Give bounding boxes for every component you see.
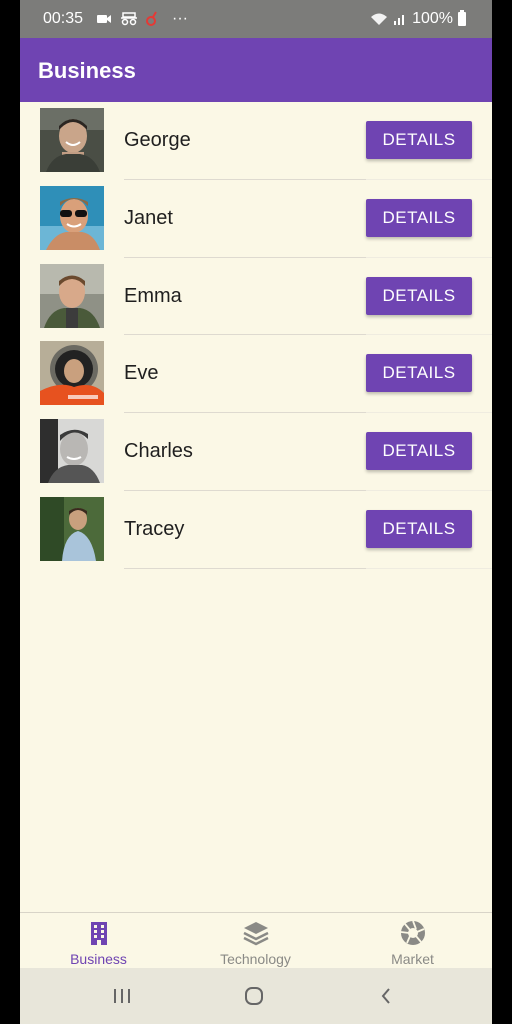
bottom-navigation: Business Technology Market [20, 912, 492, 969]
avatar [40, 263, 104, 328]
divider [366, 567, 492, 569]
details-button[interactable]: DETAILS [366, 509, 472, 548]
list-item[interactable]: Charles DETAILS [20, 413, 492, 491]
person-name: Tracey [124, 517, 185, 540]
layers-icon [242, 922, 269, 946]
list-item[interactable]: Eve DETAILS [20, 335, 492, 414]
details-button[interactable]: DETAILS [366, 354, 472, 393]
recent-apps-button[interactable] [102, 982, 142, 1010]
back-icon [381, 988, 390, 1004]
status-bar: 00:35 ··· 100% [20, 0, 492, 38]
notification-icons: ··· [96, 9, 188, 29]
battery-percent: 100% [412, 10, 453, 27]
app-notification-icon [146, 11, 157, 26]
person-name: Charles [124, 440, 193, 463]
page-title: Business [38, 58, 136, 83]
avatar [40, 419, 104, 484]
wifi-icon [371, 13, 388, 25]
person-list: George DETAILS Janet DETAILS Emma DETAIL… [20, 102, 492, 569]
home-button[interactable] [234, 982, 274, 1010]
system-navigation-bar [20, 968, 492, 1024]
system-status-icons: 100% [370, 9, 466, 29]
nav-item-technology[interactable]: Technology [177, 913, 334, 969]
building-icon [90, 922, 107, 945]
signal-icon [394, 15, 405, 25]
back-button[interactable] [366, 982, 406, 1010]
avatar [40, 341, 104, 406]
list-item[interactable]: Janet DETAILS [20, 180, 492, 258]
nav-label: Market [391, 951, 434, 967]
details-button[interactable]: DETAILS [366, 276, 472, 315]
person-name: Janet [124, 206, 173, 229]
details-button[interactable]: DETAILS [366, 198, 472, 237]
divider [124, 567, 366, 569]
nav-label: Technology [220, 951, 291, 967]
status-time: 00:35 [43, 10, 84, 27]
person-name: George [124, 129, 191, 151]
nav-label: Business [70, 951, 127, 967]
home-icon [245, 987, 263, 1005]
recent-apps-icon [114, 989, 130, 1003]
list-item[interactable]: George DETAILS [20, 102, 492, 180]
battery-icon [458, 10, 466, 26]
app-bar: Business [20, 38, 492, 102]
more-notifications-icon: ··· [172, 10, 188, 27]
incognito-icon [121, 12, 137, 26]
list-item[interactable]: Emma DETAILS [20, 258, 492, 336]
details-button[interactable]: DETAILS [366, 121, 472, 159]
aperture-icon [400, 920, 425, 945]
person-name: Eve [124, 362, 159, 385]
person-name: Emma [124, 284, 182, 307]
avatar [40, 108, 104, 172]
nav-item-market[interactable]: Market [334, 913, 491, 969]
list-item[interactable]: Tracey DETAILS [20, 491, 492, 569]
video-camera-icon [97, 15, 111, 23]
avatar [40, 496, 104, 561]
details-button[interactable]: DETAILS [366, 432, 472, 471]
avatar [40, 185, 104, 250]
app-screen: 00:35 ··· 100% Business George DETAILS J… [20, 0, 492, 1024]
nav-item-business[interactable]: Business [20, 913, 177, 969]
